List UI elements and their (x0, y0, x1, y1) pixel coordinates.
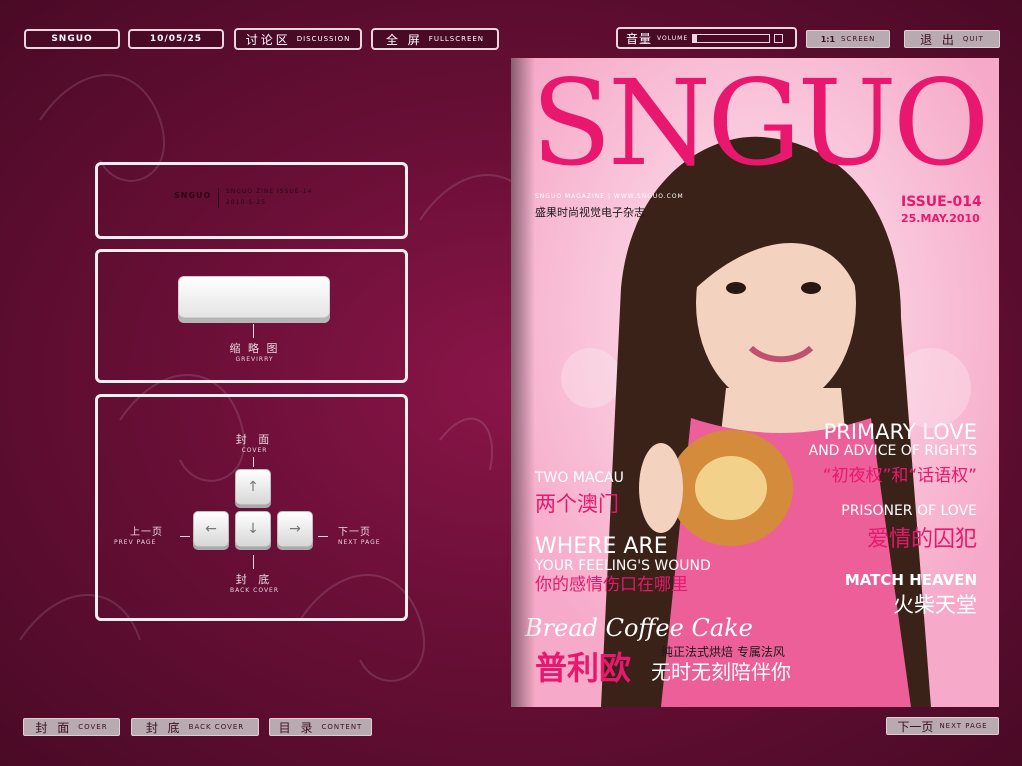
discussion-button[interactable]: 讨论区 DISCUSSION (234, 28, 362, 50)
issue-info-panel: SNGUO SNGUO ZINE ISSUE-14 2010-5-25 (95, 162, 408, 239)
brand-button[interactable]: SNGUO (24, 29, 120, 49)
headline-match-heaven: MATCH HEAVEN (844, 571, 977, 589)
quit-label-en: QUIT (962, 35, 984, 43)
thumbnail-connector (253, 324, 254, 338)
bottom-content-button[interactable]: 目 录 CONTENT (269, 718, 372, 736)
nav-back-label-zh: 封 底 (235, 573, 274, 586)
arrow-right-icon: → (289, 521, 301, 537)
up-arrow-key[interactable]: ↑ (235, 469, 271, 505)
magazine-cover[interactable]: SNGUO SNGUO MAGAZINE | WWW.SNGUO.COM 盛果时… (511, 58, 999, 707)
screen-label-zh: 1:1 (820, 34, 836, 44)
volume-label-zh: 音量 (626, 31, 653, 46)
ad-script-title: Bread Coffee Cake (525, 614, 753, 642)
headline-feelings-wound-zh: 你的感情伤口在哪里 (535, 575, 688, 595)
nav-next-label-en: NEXT PAGE (338, 539, 381, 546)
date-label: 10/05/25 (149, 34, 203, 44)
nav-prev-label-en: PREV PAGE (114, 539, 157, 546)
bottom-cover-button[interactable]: 封 面 COVER (23, 718, 120, 736)
info-brand: SNGUO (174, 191, 212, 200)
nav-next-label-zh: 下一页 (338, 527, 371, 538)
screen-button[interactable]: 1:1 SCREEN (806, 30, 890, 48)
right-arrow-key[interactable]: → (277, 511, 313, 547)
down-arrow-key[interactable]: ↓ (235, 511, 271, 547)
bottom-next-page-button[interactable]: 下一页 NEXT PAGE (886, 717, 999, 735)
nav-cover-label-zh: 封 面 (235, 433, 274, 446)
headline-primary-love: PRIMARY LOVE (823, 420, 977, 444)
nav-prev-label-zh: 上一页 (130, 527, 163, 538)
left-arrow-key[interactable]: ← (193, 511, 229, 547)
cover-title: SNGUO (531, 58, 990, 192)
nav-back-label-en: BACK COVER (229, 587, 280, 594)
bottom-next-label-zh: 下一页 (897, 719, 934, 734)
fullscreen-button[interactable]: 全 屏 FULLSCREEN (371, 28, 499, 50)
volume-label-en: VOLUME (657, 34, 689, 42)
volume-fill (693, 34, 697, 42)
quit-label-zh: 退 出 (920, 32, 957, 47)
headline-advice-rights-zh: “初夜权”和“话语权” (822, 466, 977, 486)
cover-subtitle-zh: 盛果时尚视觉电子杂志 (535, 206, 645, 219)
info-issue-line: SNGUO ZINE ISSUE-14 (226, 188, 313, 195)
info-divider (218, 188, 219, 208)
cover-subtitle-en: SNGUO MAGAZINE | WWW.SNGUO.COM (535, 193, 684, 200)
bottom-back-label-zh: 封 底 (145, 720, 183, 735)
headline-advice-rights: AND ADVICE OF RIGHTS (808, 443, 977, 459)
nav-prev-connector (180, 536, 190, 537)
headline-prisoner-love: PRISONER OF LOVE (841, 503, 977, 519)
bottom-cover-label-zh: 封 面 (35, 720, 73, 735)
bottom-back-cover-button[interactable]: 封 底 BACK COVER (131, 718, 259, 736)
info-date-line: 2010-5-25 (226, 199, 267, 206)
arrow-left-icon: ← (205, 521, 217, 537)
thumbnail-label-en: GREVIRRY (235, 356, 274, 363)
bottom-content-label-zh: 目 录 (278, 720, 316, 735)
bottom-back-label-en: BACK COVER (188, 723, 245, 731)
thumbnail-label-zh: 缩 略 图 (229, 342, 280, 355)
ad-brand-zh: 普利欧 (535, 649, 632, 687)
date-button[interactable]: 10/05/25 (128, 29, 224, 49)
headline-prisoner-love-zh: 爱情的囚犯 (866, 527, 977, 552)
volume-handle[interactable] (774, 33, 784, 43)
bottom-cover-label-en: COVER (78, 723, 108, 731)
fullscreen-label-en: FULLSCREEN (428, 35, 485, 43)
nav-cover-label-en: COVER (241, 447, 268, 454)
quit-button[interactable]: 退 出 QUIT (904, 30, 1000, 48)
volume-control: 音量 VOLUME (616, 27, 797, 49)
arrow-down-icon: ↓ (247, 521, 259, 537)
thumbnail-panel: 缩 略 图 GREVIRRY (95, 249, 408, 383)
screen-label-en: SCREEN (841, 35, 876, 43)
bottom-next-label-en: NEXT PAGE (939, 722, 988, 730)
navigation-panel: 封 面 COVER ↑ ← ↓ → 上一页 PREV PAGE 下一页 NEXT… (95, 394, 408, 621)
headline-two-macau-zh: 两个澳门 (535, 492, 619, 516)
cover-issue-number: ISSUE-014 (901, 194, 982, 210)
discussion-label-en: DISCUSSION (296, 35, 351, 43)
headline-where-are: WHERE ARE (535, 534, 668, 559)
cover-issue-date: 25.MAY.2010 (901, 212, 980, 225)
nav-up-connector (253, 457, 254, 467)
brand-label: SNGUO (51, 34, 93, 44)
bottom-content-label-en: CONTENT (321, 723, 363, 731)
headline-two-macau: TWO MACAU (535, 470, 624, 486)
volume-slider[interactable] (692, 33, 771, 43)
thumbnail-key-button[interactable] (178, 276, 330, 318)
arrow-up-icon: ↑ (247, 479, 259, 495)
cover-spine-shadow (511, 58, 535, 707)
nav-next-connector (318, 536, 328, 537)
fullscreen-label-zh: 全 屏 (385, 32, 423, 47)
ad-slogan-zh: 无时无刻陪伴你 (651, 660, 791, 684)
nav-down-connector (253, 555, 254, 569)
headline-match-heaven-zh: 火柴天堂 (893, 593, 977, 617)
discussion-label-zh: 讨论区 (245, 32, 291, 47)
